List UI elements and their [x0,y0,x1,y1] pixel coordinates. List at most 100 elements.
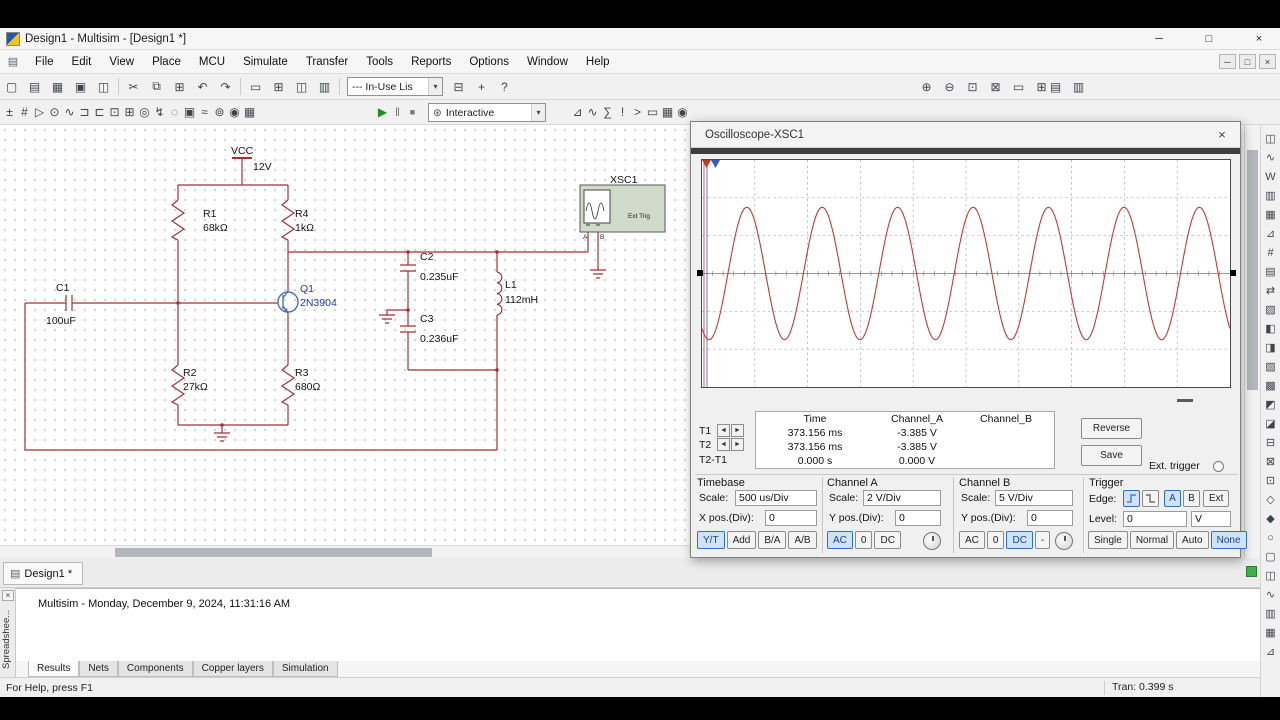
channel-a-scale-field[interactable]: 2 V/Div [863,490,941,506]
in-use-list-combo[interactable]: --- In-Use Lis ▾ [347,77,443,96]
spreadsheet-view-icon[interactable]: ▥ [1068,77,1089,97]
channel-b-invert-button[interactable]: - [1034,531,1051,549]
t1-left-button[interactable]: ◄ [717,424,730,437]
trigger-level-field[interactable]: 0 [1123,511,1187,527]
print-icon[interactable]: ▣ [70,77,91,97]
place-misc-digital-icon[interactable]: ⊡ [107,102,122,122]
oscilloscope-component-xsc1[interactable] [579,184,666,233]
trigger-auto-button[interactable]: Auto [1176,531,1209,549]
save-icon[interactable]: ▦ [47,77,68,97]
place-ncs-component-icon[interactable]: ◉ [227,102,242,122]
cut-icon[interactable]: ✂ [123,77,144,97]
multimeter-icon[interactable]: ◫ [1262,130,1280,147]
menu-mcu[interactable]: MCU [190,50,234,73]
oscilloscope-window[interactable]: Oscilloscope-XSC1 × T1 ◄ ► T2 ◄ ► T2-T1 … [690,121,1247,558]
new-icon[interactable]: ▢ [1,77,22,97]
tab-results[interactable]: Results [28,661,80,677]
scope-pan-handle[interactable] [1177,399,1193,402]
zoom-sheet-icon[interactable]: ▭ [1008,77,1029,97]
tab-copper-layers[interactable]: Copper layers [192,661,273,677]
menu-tools[interactable]: Tools [357,50,402,73]
channel-a-ac-button[interactable]: AC [827,531,853,549]
mdi-minimize-button[interactable]: ─ [1219,54,1236,69]
capacitor-c2[interactable] [400,264,416,272]
iv-analyzer-icon[interactable]: ◧ [1262,320,1280,337]
oscilloscope-close-icon[interactable]: × [1212,125,1232,144]
network-analyzer-icon[interactable]: ▩ [1262,377,1280,394]
simulation-error-log-icon[interactable]: ! [615,102,630,122]
tab-components[interactable]: Components [117,661,193,677]
agilent-multimeter-icon[interactable]: ◪ [1262,415,1280,432]
ba-button[interactable]: B/A [758,531,787,549]
split-view-icon[interactable]: ◫ [291,77,312,97]
save-button[interactable]: Save [1081,445,1142,466]
channel-b-dc-button[interactable]: DC [1006,531,1033,549]
menu-transfer[interactable]: Transfer [297,50,357,73]
resistor-r3[interactable] [280,364,296,406]
agilent-function-generator-icon[interactable]: ◩ [1262,396,1280,413]
zoom-area-icon[interactable]: ⊡ [962,77,983,97]
oscilloscope-icon[interactable]: ▥ [1262,187,1280,204]
place-source-icon[interactable]: ± [2,102,17,122]
menu-view[interactable]: View [100,50,143,73]
trigger-normal-button[interactable]: Normal [1129,531,1175,549]
place-transistor-icon[interactable]: ⊙ [47,102,62,122]
falling-edge-icon[interactable] [1142,490,1159,507]
tektronix-oscilloscope-icon[interactable]: ⊠ [1262,453,1280,470]
t2-right-button[interactable]: ► [731,438,744,451]
t1-right-button[interactable]: ► [731,424,744,437]
stop-simulation-button[interactable]: ■ [405,102,420,122]
description-box-icon[interactable]: ▭ [645,102,660,122]
place-power-icon[interactable]: ↯ [152,102,167,122]
zoom-fit-icon[interactable]: ⊠ [985,77,1006,97]
vertical-scrollbar-thumb[interactable] [1247,150,1258,390]
reverse-button[interactable]: Reverse [1081,418,1142,439]
current-clamp-icon[interactable]: ◆ [1262,510,1280,527]
inductor-l1[interactable] [496,271,503,316]
toggle-grid-icon[interactable]: ⊞ [268,77,289,97]
menu-file[interactable]: File [26,50,63,73]
channel-b-ypos-field[interactable]: 0 [1027,510,1073,526]
rising-edge-icon[interactable] [1123,490,1140,507]
breadboard-icon[interactable]: ▦ [660,102,675,122]
copy-icon[interactable]: ⧉ [146,77,167,97]
distortion-analyzer-icon[interactable]: ◨ [1262,339,1280,356]
menu-window[interactable]: Window [518,50,577,73]
breadboard-view-icon[interactable]: ◫ [1262,567,1280,584]
agilent-oscilloscope-icon[interactable]: ⊟ [1262,434,1280,451]
description-edit-icon[interactable]: ▥ [1262,605,1280,622]
place-rf-icon[interactable]: ≈ [197,102,212,122]
channel-b-knob[interactable] [1055,532,1073,550]
place-misc-icon[interactable]: ◌ [167,102,182,122]
place-indicator-icon[interactable]: ◎ [137,102,152,122]
scroll-tabs-icon[interactable] [1246,566,1257,577]
grapher-view-icon[interactable]: ∿ [1262,586,1280,603]
grapher-icon[interactable]: ∿ [585,102,600,122]
logic-converter-icon[interactable]: ⇄ [1262,282,1280,299]
place-advanced-peripherals-icon[interactable]: ▣ [182,102,197,122]
trigger-ext-button[interactable]: Ext [1203,490,1230,507]
menu-simulate[interactable]: Simulate [234,50,297,73]
left-axis-handle[interactable] [697,270,703,276]
tab-nets[interactable]: Nets [79,661,118,677]
place-analog-icon[interactable]: ∿ [62,102,77,122]
place-ttl-icon[interactable]: ⊐ [77,102,92,122]
sheet-view-icon[interactable]: ▥ [314,77,335,97]
component-wizard-icon[interactable]: + [471,77,492,97]
capacitor-c1[interactable] [65,295,73,311]
transistor-q1[interactable] [277,290,299,314]
open-icon[interactable]: ▤ [24,77,45,97]
resistor-r4[interactable] [280,199,296,241]
place-basic-icon[interactable]: # [17,102,32,122]
mdi-close-button[interactable]: × [1259,54,1276,69]
xspice-command-line-icon[interactable]: > [630,102,645,122]
bode-plotter-icon[interactable]: ⊿ [1262,225,1280,242]
right-axis-handle[interactable] [1230,270,1236,276]
channel-b-ac-button[interactable]: AC [959,531,985,549]
database-manager-icon[interactable]: ⊟ [448,77,469,97]
schematic[interactable]: VCC 12V R1 68kΩ R4 1kΩ C2 0.235uF C3 0.2… [0,125,690,545]
zoom-out-icon[interactable]: ⊖ [939,77,960,97]
trigger-single-button[interactable]: Single [1088,531,1128,549]
place-mcu-icon[interactable]: ▦ [242,102,257,122]
menu-options[interactable]: Options [460,50,518,73]
